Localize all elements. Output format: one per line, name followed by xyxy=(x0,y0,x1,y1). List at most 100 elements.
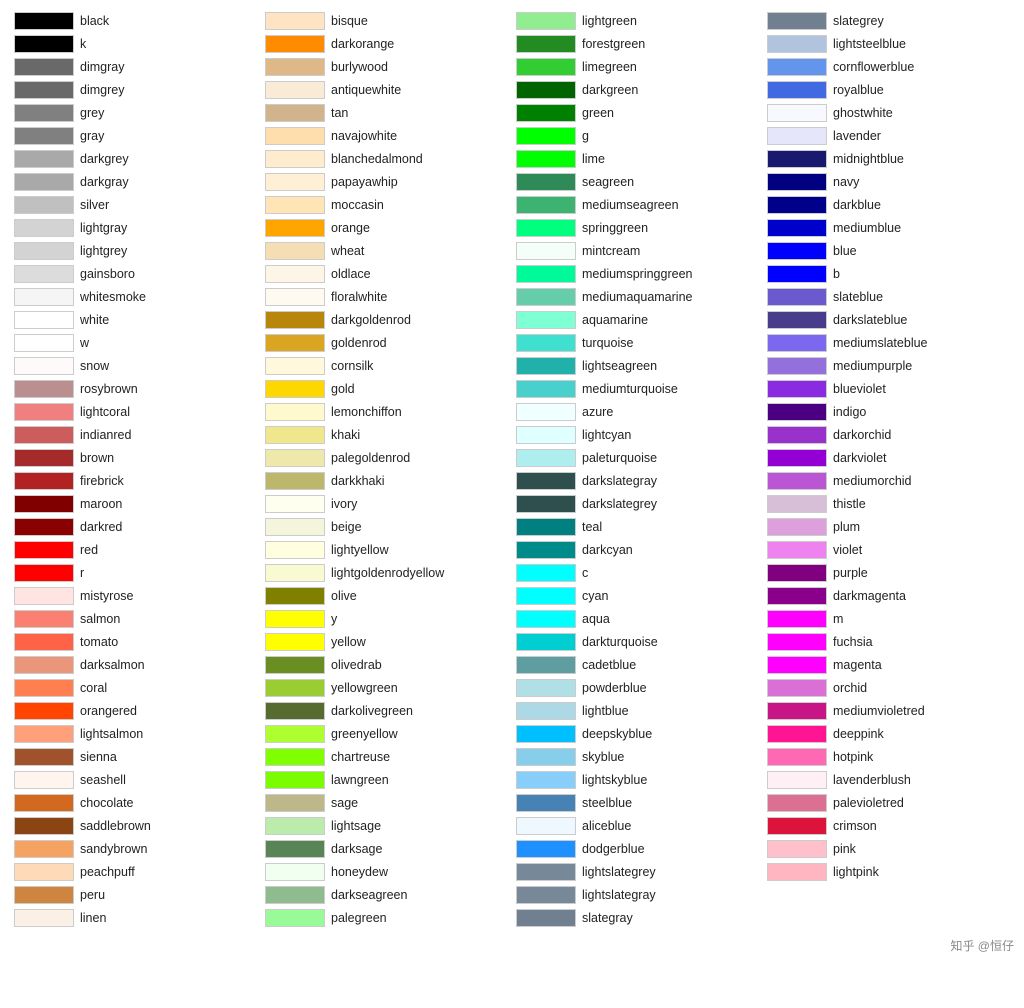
color-swatch xyxy=(265,449,325,467)
color-name-label: turquoise xyxy=(582,336,633,350)
color-name-label: magenta xyxy=(833,658,882,672)
color-item: black xyxy=(10,10,261,32)
color-item: darkgrey xyxy=(10,148,261,170)
color-swatch xyxy=(767,518,827,536)
color-name-label: midnightblue xyxy=(833,152,904,166)
color-item: darksage xyxy=(261,838,512,860)
color-swatch xyxy=(14,495,74,513)
color-name-label: maroon xyxy=(80,497,122,511)
color-item: lavender xyxy=(763,125,1014,147)
color-name-label: skyblue xyxy=(582,750,624,764)
color-item: turquoise xyxy=(512,332,763,354)
color-swatch xyxy=(516,840,576,858)
color-swatch xyxy=(265,610,325,628)
color-swatch xyxy=(14,288,74,306)
color-swatch xyxy=(767,265,827,283)
color-swatch xyxy=(265,426,325,444)
color-swatch xyxy=(516,58,576,76)
color-swatch xyxy=(265,587,325,605)
color-item: slategray xyxy=(512,907,763,929)
color-swatch xyxy=(767,725,827,743)
color-swatch xyxy=(767,334,827,352)
color-swatch xyxy=(265,863,325,881)
color-name-label: cornflowerblue xyxy=(833,60,914,74)
color-name-label: burlywood xyxy=(331,60,388,74)
color-item: m xyxy=(763,608,1014,630)
color-swatch xyxy=(265,817,325,835)
color-item: darkviolet xyxy=(763,447,1014,469)
color-name-label: seashell xyxy=(80,773,126,787)
color-swatch xyxy=(516,196,576,214)
color-name-label: mediumspringgreen xyxy=(582,267,692,281)
color-item: r xyxy=(10,562,261,584)
color-swatch xyxy=(14,81,74,99)
color-swatch xyxy=(767,311,827,329)
color-item: lightpink xyxy=(763,861,1014,883)
color-name-label: darkviolet xyxy=(833,451,887,465)
color-name-label: mediumaquamarine xyxy=(582,290,692,304)
color-name-label: lavender xyxy=(833,129,881,143)
color-name-label: blue xyxy=(833,244,857,258)
color-item: skyblue xyxy=(512,746,763,768)
color-name-label: blueviolet xyxy=(833,382,886,396)
color-name-label: teal xyxy=(582,520,602,534)
color-swatch xyxy=(516,725,576,743)
color-name-label: plum xyxy=(833,520,860,534)
color-item: mediumspringgreen xyxy=(512,263,763,285)
color-swatch xyxy=(265,564,325,582)
color-swatch xyxy=(767,541,827,559)
color-item: saddlebrown xyxy=(10,815,261,837)
color-name-label: gold xyxy=(331,382,355,396)
color-swatch xyxy=(516,564,576,582)
color-swatch xyxy=(14,472,74,490)
color-item: darkolivegreen xyxy=(261,700,512,722)
color-item: lightsage xyxy=(261,815,512,837)
color-swatch xyxy=(265,311,325,329)
color-swatch xyxy=(14,564,74,582)
color-swatch xyxy=(265,173,325,191)
color-item: khaki xyxy=(261,424,512,446)
color-item: darkkhaki xyxy=(261,470,512,492)
color-name-label: mediumturquoise xyxy=(582,382,678,396)
color-name-label: dodgerblue xyxy=(582,842,645,856)
color-item: goldenrod xyxy=(261,332,512,354)
color-name-label: aqua xyxy=(582,612,610,626)
color-swatch xyxy=(516,817,576,835)
color-item: lightslategray xyxy=(512,884,763,906)
color-item: bisque xyxy=(261,10,512,32)
color-swatch xyxy=(265,127,325,145)
color-item: darkslategray xyxy=(512,470,763,492)
color-name-label: lightcoral xyxy=(80,405,130,419)
color-name-label: royalblue xyxy=(833,83,884,97)
color-swatch xyxy=(14,840,74,858)
color-item: orchid xyxy=(763,677,1014,699)
color-item: darksalmon xyxy=(10,654,261,676)
watermark: 知乎 @恒仔 xyxy=(10,937,1014,954)
color-item: beige xyxy=(261,516,512,538)
color-swatch xyxy=(767,863,827,881)
color-item: yellow xyxy=(261,631,512,653)
color-item: darkcyan xyxy=(512,539,763,561)
color-name-label: lemonchiffon xyxy=(331,405,402,419)
color-item: darkturquoise xyxy=(512,631,763,653)
color-swatch xyxy=(516,909,576,927)
color-name-label: orangered xyxy=(80,704,137,718)
color-item: deepskyblue xyxy=(512,723,763,745)
color-name-label: honeydew xyxy=(331,865,388,879)
color-item: lightsalmon xyxy=(10,723,261,745)
color-swatch xyxy=(265,909,325,927)
color-swatch xyxy=(14,357,74,375)
color-name-label: grey xyxy=(80,106,104,120)
color-item: teal xyxy=(512,516,763,538)
color-swatch xyxy=(767,173,827,191)
color-swatch xyxy=(14,173,74,191)
color-item: ghostwhite xyxy=(763,102,1014,124)
color-item: c xyxy=(512,562,763,584)
color-item: lightcoral xyxy=(10,401,261,423)
color-swatch xyxy=(14,725,74,743)
color-swatch xyxy=(14,656,74,674)
color-swatch xyxy=(516,587,576,605)
color-name-label: gray xyxy=(80,129,104,143)
color-item: mintcream xyxy=(512,240,763,262)
color-item: coral xyxy=(10,677,261,699)
